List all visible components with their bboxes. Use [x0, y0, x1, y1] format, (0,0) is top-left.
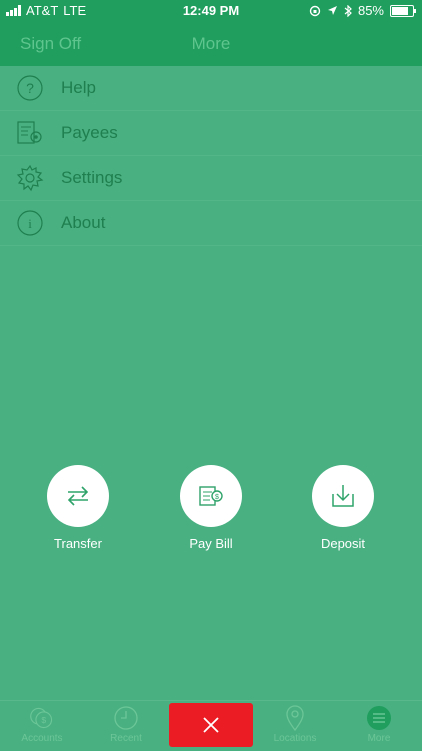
deposit-download-icon [312, 465, 374, 527]
transfer-arrows-icon [47, 465, 109, 527]
menu-item-label: About [61, 213, 106, 232]
tab-more[interactable]: More [337, 701, 421, 751]
tab-accounts[interactable]: $ Accounts [0, 701, 84, 751]
close-button[interactable] [169, 703, 253, 747]
status-bar: AT&T LTE 12:49 PM 85% [0, 0, 422, 22]
quick-actions: Transfer $ Pay Bill Deposit [0, 465, 422, 555]
menu-item-label: Settings [61, 168, 123, 187]
deposit-label: Deposit [320, 536, 366, 551]
battery-icon [390, 4, 416, 17]
tab-label: Locations [273, 733, 317, 744]
menu-item-label: Help [61, 78, 96, 97]
bluetooth-icon [344, 4, 352, 17]
menu-item-settings[interactable]: Settings [0, 156, 422, 201]
pay-bill-label: Pay Bill [189, 536, 233, 551]
menu-lines-icon [366, 705, 392, 731]
menu-item-help[interactable]: ? Help [0, 66, 422, 111]
deposit-button[interactable]: Deposit [283, 465, 403, 551]
menu-item-about[interactable]: i About [0, 201, 422, 246]
menu-item-label: Payees [61, 123, 118, 142]
page-title: More [191, 34, 231, 53]
svg-text:$: $ [215, 494, 219, 501]
tab-label: Accounts [21, 733, 63, 744]
location-arrow-icon [327, 6, 337, 15]
tab-label: Recent [110, 733, 142, 744]
info-circle-icon: i [16, 209, 44, 237]
svg-text:$: $ [41, 715, 46, 725]
orientation-lock-icon [309, 5, 321, 16]
close-icon [203, 717, 219, 733]
location-pin-icon [282, 705, 308, 732]
pay-bill-button[interactable]: $ Pay Bill [151, 465, 271, 551]
payees-icon [16, 119, 44, 147]
battery-percent: 85% [357, 3, 384, 18]
clock-icon [113, 705, 139, 731]
svg-text:?: ? [26, 80, 34, 96]
tab-locations[interactable]: Locations [253, 701, 337, 751]
svg-text:i: i [28, 216, 32, 231]
transfer-label: Transfer [54, 536, 102, 551]
transfer-button[interactable]: Transfer [18, 465, 138, 551]
help-circle-icon: ? [16, 74, 44, 102]
tab-recent[interactable]: Recent [84, 701, 168, 751]
gear-icon [16, 164, 44, 192]
menu-item-payees[interactable]: Payees [0, 111, 422, 156]
more-menu: ? Help Payees Settings i About [0, 66, 422, 246]
pay-bill-icon: $ [180, 465, 242, 527]
accounts-coins-icon: $ [29, 705, 55, 731]
tab-label: More [367, 733, 391, 744]
navigation-bar: Sign Off More [0, 22, 422, 66]
